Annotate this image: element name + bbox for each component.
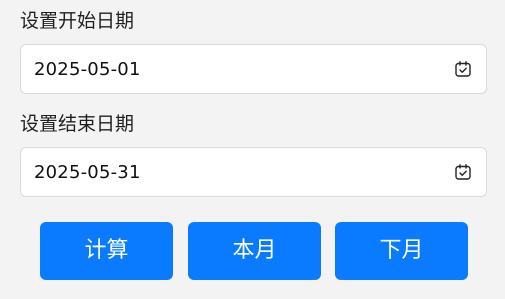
end-date-picker[interactable]: 2025-05-31 bbox=[20, 147, 487, 197]
calculate-button[interactable]: 计算 bbox=[40, 222, 173, 280]
calendar-icon[interactable] bbox=[454, 60, 472, 78]
this-month-button[interactable]: 本月 bbox=[188, 222, 321, 280]
start-date-value[interactable]: 2025-05-01 bbox=[34, 58, 141, 82]
next-month-button[interactable]: 下月 bbox=[335, 222, 468, 280]
end-date-label: 设置结束日期 bbox=[20, 113, 135, 135]
start-date-label: 设置开始日期 bbox=[20, 10, 135, 32]
start-date-picker[interactable]: 2025-05-01 bbox=[20, 44, 487, 94]
end-date-value[interactable]: 2025-05-31 bbox=[34, 161, 141, 185]
calendar-icon[interactable] bbox=[454, 163, 472, 181]
